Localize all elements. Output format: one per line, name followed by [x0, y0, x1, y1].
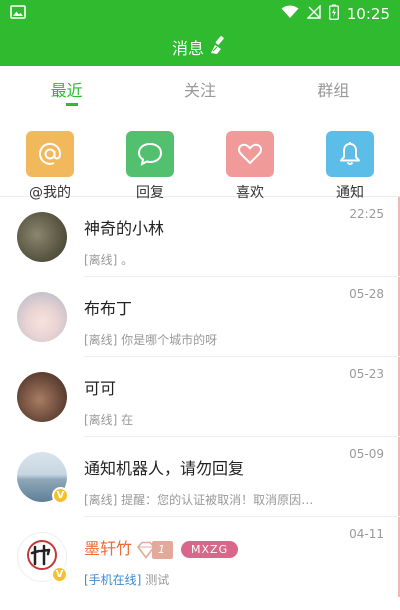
online-status: [手机在线]: [84, 573, 142, 587]
level-number: 1: [152, 540, 174, 559]
message-time: 22:25: [349, 207, 384, 221]
contact-name: 墨轩竹: [84, 539, 133, 558]
verified-badge-icon: V: [52, 487, 69, 504]
contact-name: 神奇的小林: [84, 219, 165, 238]
contact-name: 通知机器人，请勿回复: [84, 459, 245, 478]
clock-time: 10:25: [346, 5, 390, 23]
message-preview: [离线] 提醒：您的认证被取消！取消原因：t...: [84, 493, 324, 507]
message-time: 05-23: [349, 367, 384, 381]
page-title: 消息: [171, 39, 204, 58]
contact-name: 可可: [84, 379, 117, 398]
bell-icon[interactable]: [326, 131, 374, 177]
avatar[interactable]: [17, 212, 67, 262]
wifi-icon: [281, 5, 299, 23]
message-time: 04-11: [349, 527, 384, 541]
conversation-row[interactable]: 神奇的小林 [离线] 。 22:25: [0, 197, 400, 277]
avatar[interactable]: V: [17, 452, 69, 504]
avatar[interactable]: [17, 372, 67, 422]
conversation-list: 神奇的小林 [离线] 。 22:25 布布丁 [离线] 你是哪个城市的呀 05-…: [0, 197, 400, 597]
tab-bar: 最近 关注 群组: [0, 66, 400, 110]
battery-charging-icon: [328, 4, 339, 24]
conversation-row[interactable]: 布布丁 [离线] 你是哪个城市的呀 05-28: [0, 277, 400, 357]
image-notification-icon: [10, 5, 26, 23]
quick-action-replies[interactable]: 回复: [100, 131, 200, 202]
contact-name: 布布丁: [84, 299, 133, 318]
message-preview: [离线] 在: [84, 413, 134, 427]
group-tag: MXZG: [181, 541, 239, 558]
verified-badge-icon: V: [51, 566, 68, 583]
quick-action-likes[interactable]: 喜欢: [200, 131, 300, 202]
clear-broom-icon[interactable]: [208, 35, 228, 59]
conversation-row[interactable]: V 通知机器人，请勿回复 [离线] 提醒：您的认证被取消！取消原因：t... 0…: [0, 437, 400, 517]
at-icon[interactable]: [26, 131, 74, 177]
avatar[interactable]: V: [17, 532, 68, 583]
status-bar: 10:25: [0, 0, 400, 28]
level-badge: 1: [136, 540, 174, 559]
quick-action-notifications[interactable]: 通知: [300, 131, 400, 202]
tab-groups[interactable]: 群组: [267, 75, 400, 101]
message-time: 05-09: [349, 447, 384, 461]
message-preview: 测试: [145, 573, 170, 587]
tab-indicator: [66, 103, 78, 106]
avatar[interactable]: [17, 292, 67, 342]
contact-name-row: 墨轩竹 1 MXZG: [84, 535, 384, 559]
message-preview-row: [手机在线] 测试: [84, 571, 324, 588]
tab-following[interactable]: 关注: [133, 75, 266, 101]
quick-action-mentions[interactable]: @我的: [0, 131, 100, 202]
conversation-row[interactable]: 可可 [离线] 在 05-23: [0, 357, 400, 437]
tab-recent[interactable]: 最近: [0, 75, 133, 101]
quick-actions: @我的 回复 喜欢 通知: [0, 110, 400, 201]
conversation-row[interactable]: V 墨轩竹 1 MXZG [手机在线] 测试 04-11: [0, 517, 400, 597]
heart-icon[interactable]: [226, 131, 274, 177]
chat-bubble-icon[interactable]: [126, 131, 174, 177]
message-time: 05-28: [349, 287, 384, 301]
app-bar: 消息: [0, 28, 400, 66]
message-preview: [离线] 你是哪个城市的呀: [84, 333, 218, 347]
no-signal-icon: [306, 4, 321, 23]
message-preview: [离线] 。: [84, 253, 134, 267]
